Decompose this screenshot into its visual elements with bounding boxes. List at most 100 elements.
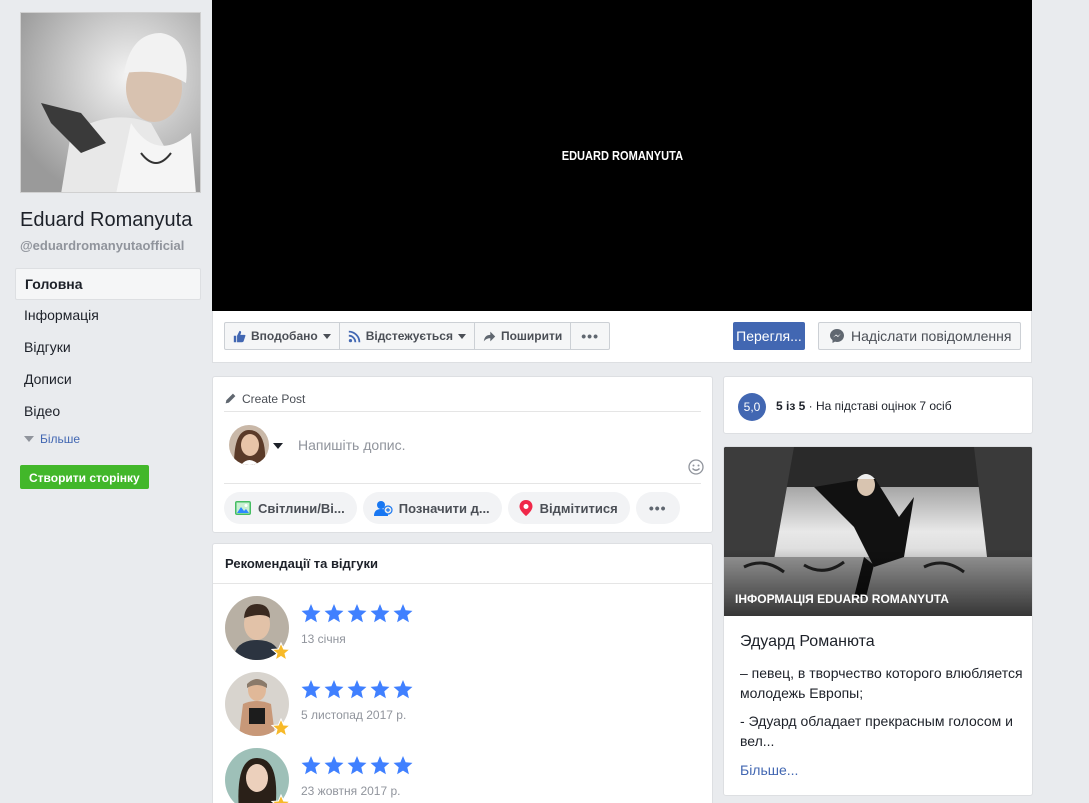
rating-separator: · xyxy=(805,399,816,413)
sidebar-more-button[interactable]: Більше xyxy=(15,428,201,450)
tag-people-icon xyxy=(373,501,393,516)
star-icon xyxy=(324,756,344,775)
user-avatar-image xyxy=(229,425,269,465)
rating-stars xyxy=(301,680,413,699)
pencil-icon xyxy=(225,393,236,404)
check-in-label: Відмітитися xyxy=(539,500,618,516)
user-avatar[interactable] xyxy=(229,425,269,465)
star-icon xyxy=(324,680,344,699)
post-actions: Світлини/Ві... Позначити д... Відмітитис… xyxy=(224,492,680,524)
about-paragraph-2: - Эдуард обладает прекрасным голосом и в… xyxy=(740,713,1014,749)
check-in-button[interactable]: Відмітитися xyxy=(507,492,630,524)
cover-title: EDUARD ROMANYUTA xyxy=(561,148,683,163)
more-post-options-button[interactable]: ••• xyxy=(635,492,680,524)
send-message-button[interactable]: Надіслати повідомлення xyxy=(818,322,1021,350)
follow-button[interactable]: Відстежується xyxy=(340,323,475,349)
reviews-card: Рекомендації та відгуки 13 січня 5 листо… xyxy=(212,543,713,803)
star-icon xyxy=(393,680,413,699)
page-action-buttons: Вподобано Відстежується Поширити ••• xyxy=(224,322,610,350)
sidebar-item-videos[interactable]: Відео xyxy=(15,396,201,428)
about-more-link[interactable]: Більше... xyxy=(740,762,798,778)
about-photo xyxy=(724,447,1032,616)
profile-photo-image xyxy=(21,13,200,192)
about-card: ІНФОРМАЦІЯ EDUARD ROMANYUTA Эдуард Роман… xyxy=(723,446,1033,796)
messenger-icon xyxy=(830,329,844,343)
star-icon xyxy=(370,756,390,775)
chevron-down-icon xyxy=(24,436,34,442)
star-icon xyxy=(324,604,344,623)
cover-video[interactable]: EDUARD ROMANYUTA xyxy=(212,0,1032,311)
create-page-button[interactable]: Створити сторінку xyxy=(20,465,149,489)
tag-friends-label: Позначити д... xyxy=(398,500,490,516)
star-icon xyxy=(301,756,321,775)
rating-stars xyxy=(301,604,413,623)
chevron-down-icon xyxy=(322,333,331,339)
rating-stars xyxy=(301,756,413,775)
tag-friends-button[interactable]: Позначити д... xyxy=(362,492,502,524)
create-post-card: Create Post Напишіть допис. Світлини/Ві.… xyxy=(212,376,713,533)
rss-icon xyxy=(348,330,360,342)
about-image[interactable] xyxy=(724,447,1032,616)
page-action-bar: Вподобано Відстежується Поширити ••• Пер… xyxy=(212,311,1032,363)
page-name[interactable]: Eduard Romanyuta xyxy=(20,209,192,232)
rating-score-badge: 5,0 xyxy=(738,393,766,421)
review-star-badge-icon xyxy=(271,718,291,738)
post-input[interactable]: Напишіть допис. xyxy=(298,437,405,453)
star-icon xyxy=(370,604,390,623)
create-post-header: Create Post xyxy=(224,386,701,412)
review-item[interactable]: 5 листопад 2017 р. xyxy=(225,672,695,738)
profile-picture[interactable] xyxy=(20,12,201,193)
share-button[interactable]: Поширити xyxy=(475,323,572,349)
photo-video-button[interactable]: Світлини/Ві... xyxy=(224,492,357,524)
review-star-badge-icon xyxy=(271,794,291,803)
more-options-button[interactable]: ••• xyxy=(571,323,609,349)
star-icon xyxy=(370,680,390,699)
sidebar-item-home[interactable]: Головна xyxy=(15,268,201,300)
rating-out-of: 5 із 5 xyxy=(776,399,806,413)
star-icon xyxy=(393,756,413,775)
more-dots-icon: ••• xyxy=(581,328,599,344)
thumbs-up-icon xyxy=(233,330,246,342)
rating-summary-text: 5 із 5 · На підставі оцінок 7 осіб xyxy=(776,399,952,413)
rating-basis: На підставі оцінок 7 осіб xyxy=(816,399,952,413)
chevron-down-icon[interactable] xyxy=(273,443,283,449)
send-message-label: Надіслати повідомлення xyxy=(851,328,1012,344)
about-caption[interactable]: ІНФОРМАЦІЯ EDUARD ROMANYUTA xyxy=(735,592,949,606)
sidebar-item-about[interactable]: Інформація xyxy=(15,300,201,332)
about-title: Эдуард Романюта xyxy=(740,633,875,650)
review-date[interactable]: 5 листопад 2017 р. xyxy=(301,708,406,722)
review-date[interactable]: 23 жовтня 2017 р. xyxy=(301,784,401,798)
sidebar-more-label: Більше xyxy=(40,432,81,446)
star-icon xyxy=(393,604,413,623)
divider xyxy=(224,483,701,484)
emoji-icon[interactable] xyxy=(688,459,704,475)
photo-icon xyxy=(235,501,251,515)
star-icon xyxy=(347,756,367,775)
create-post-title: Create Post xyxy=(242,391,306,406)
share-arrow-icon xyxy=(483,331,496,341)
star-icon xyxy=(301,604,321,623)
star-icon xyxy=(347,680,367,699)
like-button[interactable]: Вподобано xyxy=(225,323,340,349)
share-button-label: Поширити xyxy=(500,329,563,343)
review-item[interactable]: 13 січня xyxy=(225,596,695,662)
sidebar-nav: Головна Інформація Відгуки Дописи Відео … xyxy=(15,268,201,450)
reviews-title: Рекомендації та відгуки xyxy=(213,544,712,584)
follow-button-label: Відстежується xyxy=(365,329,453,343)
rating-summary-card: 5,0 5 із 5 · На підставі оцінок 7 осіб xyxy=(723,376,1033,434)
location-pin-icon xyxy=(519,500,533,516)
chevron-down-icon xyxy=(457,333,466,339)
review-date[interactable]: 13 січня xyxy=(301,632,346,646)
more-dots-icon: ••• xyxy=(648,500,667,516)
about-paragraph-1: – певец, в творчество которого влюбляетс… xyxy=(740,665,1023,701)
star-icon xyxy=(347,604,367,623)
review-star-badge-icon xyxy=(271,642,291,662)
page-handle[interactable]: @eduardromanyutaofficial xyxy=(20,238,184,253)
sidebar-item-posts[interactable]: Дописи xyxy=(15,364,201,396)
photo-video-label: Світлини/Ві... xyxy=(258,500,345,516)
review-item[interactable]: 23 жовтня 2017 р. xyxy=(225,748,695,803)
star-icon xyxy=(301,680,321,699)
sidebar-item-reviews[interactable]: Відгуки xyxy=(15,332,201,364)
like-button-label: Вподобано xyxy=(251,329,318,343)
view-cta-button[interactable]: Перегля... xyxy=(733,322,805,350)
